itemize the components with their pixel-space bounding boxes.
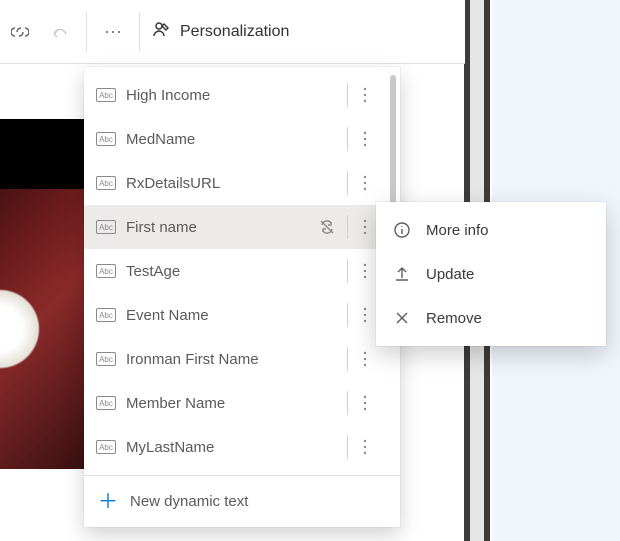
item-label: High Income bbox=[126, 87, 343, 104]
item-label: MyLastName bbox=[126, 439, 343, 456]
context-menu-label: Update bbox=[426, 266, 474, 283]
remove-icon bbox=[392, 310, 412, 326]
context-menu-update[interactable]: Update bbox=[376, 252, 606, 296]
item-more-icon[interactable] bbox=[356, 395, 374, 411]
type-badge: Abc bbox=[96, 220, 116, 234]
toolbar-separator bbox=[139, 12, 140, 52]
update-icon bbox=[392, 265, 412, 283]
context-menu-label: More info bbox=[426, 222, 489, 239]
item-divider bbox=[347, 303, 348, 327]
person-tag-icon bbox=[152, 20, 170, 43]
tab-personalization[interactable]: Personalization bbox=[152, 20, 289, 43]
list-item[interactable]: Abc Member Name bbox=[84, 381, 384, 425]
item-more-icon[interactable] bbox=[356, 175, 374, 191]
type-badge: Abc bbox=[96, 132, 116, 146]
list-item[interactable]: Abc First name bbox=[84, 205, 384, 249]
item-more-icon[interactable] bbox=[356, 439, 374, 455]
list-item[interactable]: Abc MedName bbox=[84, 117, 384, 161]
item-divider bbox=[347, 127, 348, 151]
item-label: MedName bbox=[126, 131, 343, 148]
link-icon[interactable] bbox=[0, 12, 40, 52]
more-icon[interactable] bbox=[93, 12, 133, 52]
item-label: RxDetailsURL bbox=[126, 175, 343, 192]
type-badge: Abc bbox=[96, 396, 116, 410]
item-divider bbox=[347, 83, 348, 107]
toolbar: Personalization bbox=[0, 0, 465, 64]
type-badge: Abc bbox=[96, 352, 116, 366]
context-menu-remove[interactable]: Remove bbox=[376, 296, 606, 340]
item-label: Event Name bbox=[126, 307, 343, 324]
list-item[interactable]: Abc Event Name bbox=[84, 293, 384, 337]
context-menu-label: Remove bbox=[426, 310, 482, 327]
new-dynamic-text-button[interactable]: ＋ New dynamic text bbox=[84, 475, 400, 527]
item-divider bbox=[347, 215, 348, 239]
info-icon bbox=[392, 221, 412, 239]
item-label: Ironman First Name bbox=[126, 351, 343, 368]
type-badge: Abc bbox=[96, 264, 116, 278]
item-divider bbox=[347, 347, 348, 371]
context-menu-info[interactable]: More info bbox=[376, 208, 606, 252]
dynamic-text-list: AbcHigh IncomeAbcMedNameAbcRxDetailsURLA… bbox=[84, 67, 400, 475]
footer-label: New dynamic text bbox=[130, 493, 248, 510]
item-more-icon[interactable] bbox=[356, 263, 374, 279]
type-badge: Abc bbox=[96, 176, 116, 190]
plus-icon: ＋ bbox=[98, 492, 118, 512]
sync-off-icon bbox=[319, 219, 335, 235]
type-badge: Abc bbox=[96, 308, 116, 322]
toolbar-separator bbox=[86, 12, 87, 52]
personalization-panel: AbcHigh IncomeAbcMedNameAbcRxDetailsURLA… bbox=[84, 67, 400, 527]
item-label: First name bbox=[126, 219, 319, 236]
reply-icon[interactable] bbox=[40, 12, 80, 52]
list-item[interactable]: Abc High Income bbox=[84, 73, 384, 117]
item-label: Member Name bbox=[126, 395, 343, 412]
item-divider bbox=[347, 171, 348, 195]
canvas-background bbox=[0, 119, 84, 469]
list-item[interactable]: Abc RxDetailsURL bbox=[84, 161, 384, 205]
item-label: TestAge bbox=[126, 263, 343, 280]
item-more-icon[interactable] bbox=[356, 307, 374, 323]
item-more-icon[interactable] bbox=[356, 87, 374, 103]
item-divider bbox=[347, 391, 348, 415]
item-context-menu: More info Update Remove bbox=[376, 202, 606, 346]
list-item[interactable]: Abc TestAge bbox=[84, 249, 384, 293]
item-more-icon[interactable] bbox=[356, 351, 374, 367]
item-more-icon[interactable] bbox=[356, 219, 374, 235]
list-item[interactable]: Abc MyLastName bbox=[84, 425, 384, 469]
type-badge: Abc bbox=[96, 88, 116, 102]
tab-label: Personalization bbox=[180, 23, 289, 41]
type-badge: Abc bbox=[96, 440, 116, 454]
list-item[interactable]: Abc Ironman First Name bbox=[84, 337, 384, 381]
item-divider bbox=[347, 435, 348, 459]
item-more-icon[interactable] bbox=[356, 131, 374, 147]
item-divider bbox=[347, 259, 348, 283]
